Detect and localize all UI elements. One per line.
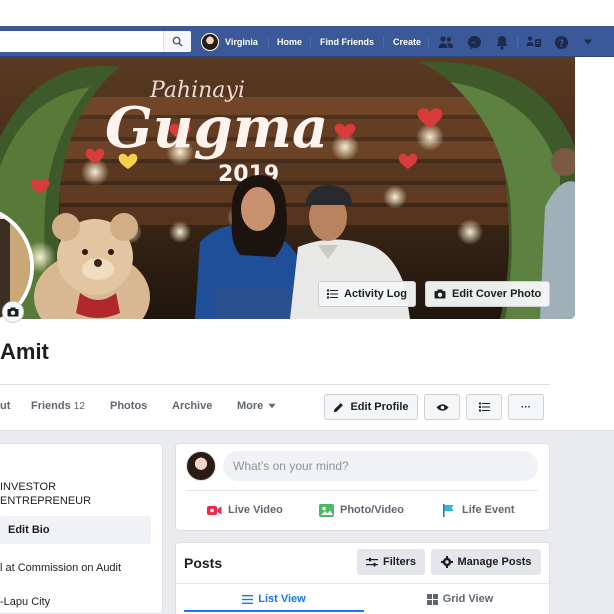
composer-divider bbox=[186, 490, 538, 491]
svg-text:?: ? bbox=[558, 38, 563, 49]
grid-view-label: Grid View bbox=[442, 593, 494, 605]
friends-count: 12 bbox=[73, 401, 85, 412]
grid-view-icon bbox=[426, 593, 438, 605]
tab-archive[interactable]: Archive bbox=[172, 400, 212, 416]
edit-profile-button[interactable]: Edit Profile bbox=[324, 394, 418, 420]
filters-button[interactable]: Filters bbox=[357, 549, 425, 575]
life-event-button[interactable]: Life Event bbox=[442, 500, 515, 520]
live-video-icon bbox=[207, 505, 222, 515]
edit-bio-button[interactable]: Edit Bio bbox=[0, 516, 151, 544]
quick-help-people-icon[interactable] bbox=[526, 34, 542, 50]
edit-profile-label: Edit Profile bbox=[350, 401, 409, 413]
activity-log-label: Activity Log bbox=[344, 288, 407, 300]
top-navigation-bar: Virginia Home Find Friends Create ? bbox=[0, 26, 614, 57]
filters-sliders-icon bbox=[365, 557, 378, 567]
tab-photos[interactable]: Photos bbox=[110, 400, 147, 416]
edit-bio-label: Edit Bio bbox=[8, 524, 50, 536]
list-icon bbox=[327, 289, 338, 299]
nav-divider bbox=[428, 36, 429, 48]
list-view-icon bbox=[242, 594, 254, 604]
tab-friends[interactable]: Friends 12 bbox=[31, 400, 85, 416]
tab-more[interactable]: More bbox=[237, 400, 276, 416]
list-view-tab[interactable]: List View bbox=[184, 590, 364, 608]
ellipsis-icon: ··· bbox=[521, 401, 531, 413]
camera-icon bbox=[7, 307, 19, 317]
friends-icon[interactable] bbox=[438, 34, 454, 50]
search-button[interactable] bbox=[163, 31, 191, 52]
camera-icon bbox=[434, 289, 446, 299]
life-event-label: Life Event bbox=[462, 504, 515, 516]
intro-city-line: -Lapu City bbox=[0, 596, 51, 608]
active-tab-indicator bbox=[184, 610, 364, 612]
list-icon bbox=[478, 402, 490, 412]
intro-bio-line: ENTREPRENEUR bbox=[0, 495, 92, 507]
tabs-divider bbox=[0, 384, 550, 385]
live-video-button[interactable]: Live Video bbox=[207, 500, 283, 520]
intro-bio-line: INVESTOR bbox=[0, 481, 57, 493]
edit-cover-photo-button[interactable]: Edit Cover Photo bbox=[425, 281, 551, 307]
manage-posts-button[interactable]: Manage Posts bbox=[431, 549, 541, 575]
photo-video-label: Photo/Video bbox=[340, 504, 404, 516]
account-caret-icon[interactable] bbox=[580, 34, 596, 50]
grid-view-tab[interactable]: Grid View bbox=[370, 590, 550, 608]
facebook-profile-page: Virginia Home Find Friends Create ? Pahi… bbox=[0, 0, 614, 614]
eye-icon bbox=[436, 403, 448, 411]
tab-more-label: More bbox=[237, 400, 264, 412]
posts-divider bbox=[175, 583, 550, 584]
photo-video-icon bbox=[319, 503, 334, 517]
nav-divider bbox=[268, 36, 269, 48]
svg-text:Gugma: Gugma bbox=[105, 95, 328, 161]
live-video-label: Live Video bbox=[228, 504, 283, 516]
user-avatar bbox=[201, 33, 219, 51]
tab-about[interactable]: ut bbox=[0, 400, 10, 416]
nav-user-name: Virginia bbox=[225, 37, 258, 47]
nav-find-friends-link[interactable]: Find Friends bbox=[320, 32, 374, 52]
nav-divider bbox=[383, 36, 384, 48]
whats-on-your-mind-input[interactable]: What's on your mind? bbox=[223, 451, 538, 481]
pencil-icon bbox=[334, 402, 344, 412]
nav-divider bbox=[310, 36, 311, 48]
composer-avatar bbox=[186, 451, 216, 481]
tab-friends-label: Friends bbox=[31, 400, 71, 412]
activity-log-button[interactable]: Activity Log bbox=[318, 281, 416, 307]
manage-posts-label: Manage Posts bbox=[457, 556, 532, 568]
intro-work-line: l at Commission on Audit bbox=[0, 562, 122, 574]
posts-title: Posts bbox=[184, 555, 223, 571]
filters-label: Filters bbox=[382, 556, 416, 568]
nav-user-profile-link[interactable]: Virginia bbox=[201, 32, 258, 52]
notifications-bell-icon[interactable] bbox=[494, 34, 510, 50]
update-profile-picture-button[interactable] bbox=[2, 301, 24, 323]
edit-cover-photo-label: Edit Cover Photo bbox=[452, 288, 542, 300]
view-as-button[interactable] bbox=[424, 394, 460, 420]
page-gutter bbox=[575, 57, 614, 319]
list-view-label: List View bbox=[258, 593, 306, 605]
nav-home-link[interactable]: Home bbox=[277, 32, 302, 52]
help-question-icon[interactable]: ? bbox=[553, 34, 569, 50]
photo-video-button[interactable]: Photo/Video bbox=[319, 500, 404, 520]
life-event-flag-icon bbox=[443, 503, 454, 517]
nav-create-link[interactable]: Create bbox=[393, 32, 421, 52]
activity-list-button[interactable] bbox=[466, 394, 502, 420]
more-options-button[interactable]: ··· bbox=[508, 394, 544, 420]
profile-name: Amit bbox=[0, 339, 49, 364]
caret-down-icon bbox=[268, 403, 276, 409]
cover-photo-image: Pahinayi Gugma 2019 bbox=[0, 57, 575, 319]
messenger-icon[interactable] bbox=[466, 34, 482, 50]
nav-divider bbox=[517, 36, 518, 48]
cover-photo[interactable]: Pahinayi Gugma 2019 Activity Log Edit Co… bbox=[0, 57, 575, 319]
search-icon bbox=[172, 36, 183, 47]
gear-icon bbox=[440, 556, 453, 568]
